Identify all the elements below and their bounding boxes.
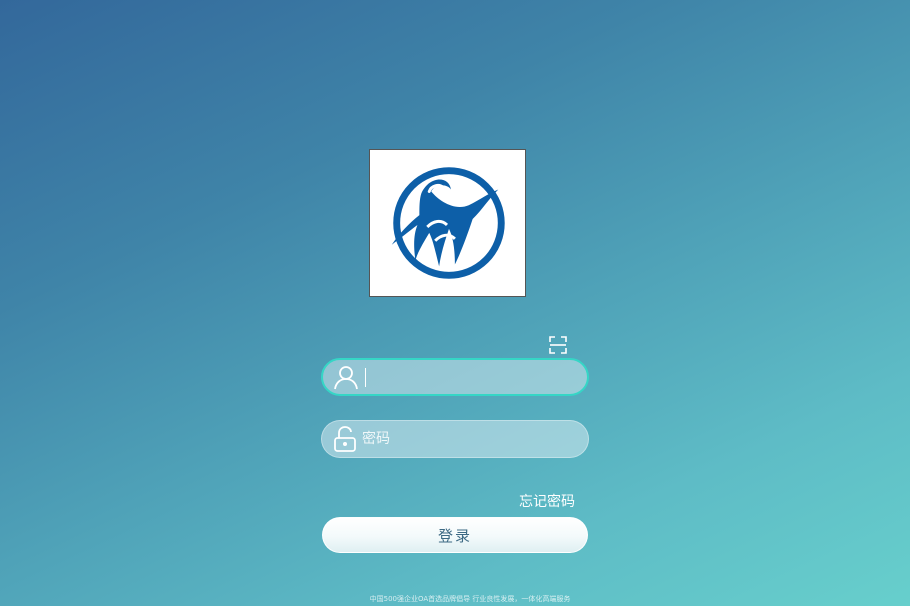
username-field[interactable] <box>321 358 589 396</box>
username-input[interactable] <box>359 362 587 392</box>
footer-slogan: 中国500强企业OA首选品牌倡导 行业良性发展，一体化高端服务 <box>369 595 571 603</box>
login-button[interactable]: 登录 <box>322 517 588 553</box>
forgot-password-link[interactable]: 忘记密码 <box>519 491 575 511</box>
dolphin-emblem-logo-icon <box>391 167 505 279</box>
password-input[interactable] <box>358 424 588 454</box>
company-logo <box>369 149 526 297</box>
password-field[interactable] <box>321 420 589 458</box>
unlock-icon <box>332 426 358 452</box>
scan-code-icon <box>549 336 567 354</box>
login-page: 忘记密码 登录 中国500强企业OA首选品牌倡导 行业良性发展，一体化高端服务 <box>0 0 910 606</box>
scan-login-button[interactable] <box>549 336 567 354</box>
user-icon <box>333 364 359 390</box>
footer-text: 中国500强企业OA首选品牌倡导 行业良性发展，一体化高端服务 <box>0 594 910 604</box>
text-caret <box>365 368 366 387</box>
